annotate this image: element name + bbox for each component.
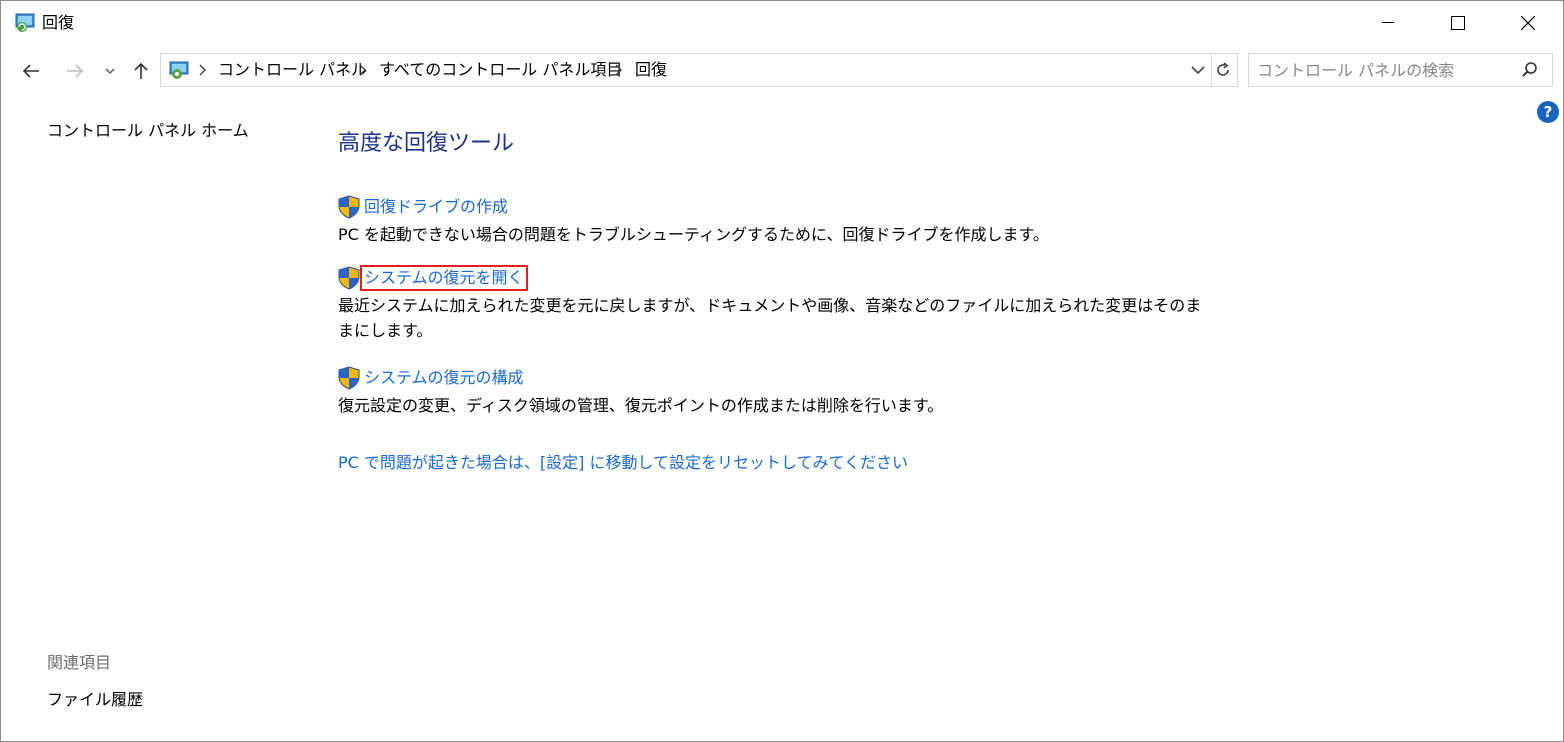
close-button[interactable] xyxy=(1493,1,1563,45)
up-arrow-icon xyxy=(134,62,148,79)
forward-arrow-icon xyxy=(67,64,84,78)
control-panel-icon xyxy=(169,61,189,79)
tool-description: PC を起動できない場合の問題をトラブルシューティングするために、回復ドライブを… xyxy=(338,225,1049,244)
related-items-heading: 関連項目 xyxy=(47,653,112,672)
window-title: 回復 xyxy=(42,13,75,32)
breadcrumb-separator-icon xyxy=(199,64,206,76)
chevron-down-icon xyxy=(105,68,115,74)
configure-system-restore-link[interactable]: システムの復元の構成 xyxy=(364,367,524,389)
refresh-button[interactable] xyxy=(1209,53,1238,87)
up-button[interactable] xyxy=(127,58,155,84)
minimize-icon xyxy=(1382,22,1394,23)
forward-button[interactable] xyxy=(61,58,89,84)
recovery-app-icon xyxy=(15,13,35,32)
uac-shield-icon xyxy=(338,195,360,219)
breadcrumb-recovery[interactable]: 回復 xyxy=(635,59,667,81)
back-button[interactable] xyxy=(17,58,45,84)
control-panel-window: 回復 コントロール パネル すべてのコントロール パネル項目 回復 コントロール… xyxy=(0,0,1564,742)
tool-description: 最近システムに加えられた変更を元に戻しますが、ドキュメントや画像、音楽などのファ… xyxy=(338,296,1202,340)
open-system-restore-link[interactable]: システムの復元を開く xyxy=(360,265,528,291)
breadcrumb-separator-icon xyxy=(615,64,622,76)
minimize-button[interactable] xyxy=(1353,1,1423,45)
uac-shield-icon xyxy=(338,366,360,390)
help-button[interactable]: ? xyxy=(1537,101,1559,123)
uac-shield-icon xyxy=(338,266,360,290)
address-bar[interactable]: コントロール パネル すべてのコントロール パネル項目 回復 xyxy=(160,53,1212,87)
create-recovery-drive-link[interactable]: 回復ドライブの作成 xyxy=(364,196,508,218)
title-bar: 回復 xyxy=(1,1,1563,45)
close-icon xyxy=(1521,16,1535,30)
back-arrow-icon xyxy=(22,64,39,78)
navigation-bar: コントロール パネル すべてのコントロール パネル項目 回復 xyxy=(1,49,1563,93)
search-input[interactable] xyxy=(1257,58,1507,82)
address-dropdown-icon[interactable] xyxy=(1189,63,1207,77)
breadcrumb-all-items[interactable]: すべてのコントロール パネル項目 xyxy=(379,59,622,81)
refresh-icon xyxy=(1217,62,1229,76)
file-history-link[interactable]: ファイル履歴 xyxy=(47,689,143,711)
search-icon[interactable] xyxy=(1521,61,1539,79)
tool-description: 復元設定の変更、ディスク領域の管理、復元ポイントの作成または削除を行います。 xyxy=(338,396,944,415)
recent-locations-button[interactable] xyxy=(97,58,123,84)
page-title: 高度な回復ツール xyxy=(338,131,515,156)
reset-pc-settings-link[interactable]: PC で問題が起きた場合は、[設定] に移動して設定をリセットしてみてください xyxy=(338,452,908,474)
control-panel-home-link[interactable]: コントロール パネル ホーム xyxy=(47,120,249,142)
breadcrumb-control-panel[interactable]: コントロール パネル xyxy=(218,59,367,81)
maximize-button[interactable] xyxy=(1423,1,1493,45)
maximize-icon xyxy=(1451,16,1465,30)
search-box[interactable] xyxy=(1248,53,1553,87)
breadcrumb-separator-icon xyxy=(359,64,366,76)
